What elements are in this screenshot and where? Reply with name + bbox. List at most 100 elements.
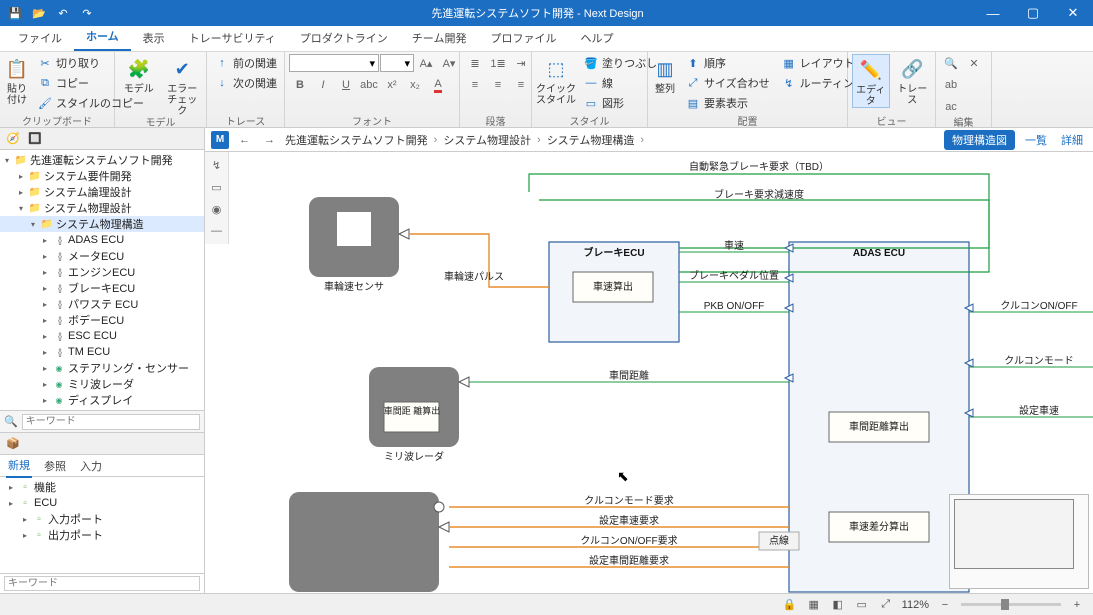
tree-item[interactable]: ▸ボデーECU (0, 312, 204, 328)
close-button[interactable]: ✕ (1053, 0, 1093, 26)
sizematch-button[interactable]: ⤢サイズ合わせ (682, 74, 774, 92)
tree-item[interactable]: ▸ディスプレイ (0, 392, 204, 408)
view-detail-link[interactable]: 詳細 (1057, 132, 1087, 148)
nav-back-icon[interactable]: ← (235, 134, 254, 146)
next-rel-button[interactable]: ↓次の関連 (211, 74, 281, 92)
breadcrumb-1[interactable]: システム物理設計 (443, 132, 531, 148)
tab-file[interactable]: ファイル (6, 25, 74, 51)
align-left-icon[interactable]: ≡ (464, 76, 486, 94)
order-button[interactable]: ⬆順序 (682, 54, 774, 72)
underline-icon[interactable]: U (335, 76, 357, 94)
tree-item[interactable]: ▸ミリ波レーダ (0, 376, 204, 392)
tab-help[interactable]: ヘルプ (568, 25, 625, 51)
align-button[interactable]: ▥ 整列 (652, 54, 678, 95)
font-shrink-icon[interactable]: A▾ (438, 54, 460, 72)
minimize-button[interactable]: — (973, 0, 1013, 26)
explorer-tab-1[interactable]: 🧭 (4, 131, 22, 147)
tree-item[interactable]: ▸ステアリング・センサー (0, 360, 204, 376)
palette-line-icon[interactable]: ― (208, 222, 226, 240)
status-snap-icon[interactable]: ◧ (830, 597, 846, 613)
status-lock-icon[interactable]: 🔒 (782, 597, 798, 613)
tab-view[interactable]: 表示 (131, 25, 177, 51)
font-grow-icon[interactable]: A▴ (415, 54, 437, 72)
zoom-in-icon[interactable]: + (1069, 597, 1085, 613)
tree-item[interactable]: ▸ブレーキECU (0, 280, 204, 296)
display-button[interactable]: ▤要素表示 (682, 94, 774, 112)
status-view-icon[interactable]: ▭ (854, 597, 870, 613)
bold-icon[interactable]: B (289, 76, 311, 94)
redo-icon[interactable]: ↷ (78, 4, 96, 22)
tree-search-input[interactable] (22, 414, 200, 430)
tab-teamdev[interactable]: チーム開発 (400, 25, 479, 51)
fontcolor-icon[interactable]: A (427, 76, 449, 94)
errorcheck-button[interactable]: ✔ エラーチェック (163, 54, 203, 117)
tree-item[interactable]: ▸エンジンECU (0, 264, 204, 280)
tree-root[interactable]: ▾📁先進運転システムソフト開発 (0, 152, 204, 168)
bullets-icon[interactable]: ≣ (464, 54, 486, 72)
prev-rel-button[interactable]: ↑前の関連 (211, 54, 281, 72)
align-center-icon[interactable]: ≡ (487, 76, 509, 94)
nav-fwd-icon[interactable]: → (260, 134, 279, 146)
model-button[interactable]: 🧩 モデル (119, 54, 159, 95)
save-icon[interactable]: 💾 (6, 4, 24, 22)
undo-icon[interactable]: ↶ (54, 4, 72, 22)
tab-productline[interactable]: プロダクトライン (288, 25, 400, 51)
explorer-tab-2[interactable]: 🔲 (26, 131, 44, 147)
tree-item[interactable]: ▸ADAS ECU (0, 232, 204, 248)
indent-icon[interactable]: ⇥ (510, 54, 532, 72)
align-right-icon[interactable]: ≡ (510, 76, 532, 94)
toolbox-item[interactable]: ▸▫入力ポート (2, 511, 202, 527)
editor-button[interactable]: ✏️ エディタ (852, 54, 890, 108)
toolbox-tab-input[interactable]: 入力 (78, 455, 104, 477)
status-grid-icon[interactable]: ▦ (806, 597, 822, 613)
tree-item[interactable]: ▸ESC ECU (0, 328, 204, 344)
model-tree[interactable]: ▾📁先進運転システムソフト開発▸📁システム要件開発▸📁システム論理設計▾📁システ… (0, 150, 204, 411)
super-icon[interactable]: x² (381, 76, 403, 94)
view-structure-button[interactable]: 物理構造図 (944, 130, 1015, 150)
tree-item[interactable]: ▸📁システム要件開発 (0, 168, 204, 184)
delete-icon[interactable]: ✕ (963, 54, 985, 72)
palette-arrow-icon[interactable]: ↯ (208, 156, 226, 174)
strike-icon[interactable]: abc (358, 76, 380, 94)
tab-home[interactable]: ホーム (74, 23, 131, 51)
palette-block-icon[interactable]: ▭ (208, 178, 226, 196)
tree-item[interactable]: ▸パワステ ECU (0, 296, 204, 312)
tree-item[interactable]: ▾📁システム物理構造 (0, 216, 204, 232)
toolbox-item[interactable]: ▸▫ECU (2, 495, 202, 511)
italic-icon[interactable]: I (312, 76, 334, 94)
font-family-select[interactable]: ▾ (289, 54, 379, 72)
maximize-button[interactable]: ▢ (1013, 0, 1053, 26)
quickstyle-button[interactable]: ⬚ クイック スタイル (536, 54, 576, 106)
minimap[interactable] (949, 494, 1089, 589)
toolbox-item[interactable]: ▸▫機能 (2, 479, 202, 495)
toolbox-filter-input[interactable] (4, 576, 200, 591)
find-icon[interactable]: 🔍 (940, 54, 962, 72)
tree-item[interactable]: ▾📁システム物理設計 (0, 200, 204, 216)
toolbox-icon[interactable]: 📦 (4, 436, 22, 452)
toolbox-tab-ref[interactable]: 参照 (42, 455, 68, 477)
replace-icon[interactable]: ab (940, 76, 962, 94)
view-list-link[interactable]: 一覧 (1021, 132, 1051, 148)
sub-icon[interactable]: x₂ (404, 76, 426, 94)
tree-item[interactable]: ▸メータECU (0, 248, 204, 264)
zoom-slider[interactable] (961, 603, 1061, 606)
toolbox-tab-new[interactable]: 新規 (6, 454, 32, 478)
zoom-out-icon[interactable]: − (937, 597, 953, 613)
breadcrumb-2[interactable]: システム物理構造 (547, 132, 635, 148)
toolbox-item[interactable]: ▸▫出力ポート (2, 527, 202, 543)
tree-item[interactable]: ▸TM ECU (0, 344, 204, 360)
paste-button[interactable]: 📋 貼り付け (4, 54, 30, 106)
open-icon[interactable]: 📂 (30, 4, 48, 22)
tab-profile[interactable]: プロファイル (478, 25, 568, 51)
font-size-select[interactable]: ▾ (380, 54, 414, 72)
palette-port-icon[interactable]: ◉ (208, 200, 226, 218)
trace-view-button[interactable]: 🔗 トレース (894, 54, 931, 106)
check-icon: ✔ (169, 56, 195, 82)
diagram-canvas[interactable]: ADAS ECU ブレーキECU 車速算出 車間距離算出 車速差分算出 車輪速セ… (229, 152, 1093, 593)
toolbox-list[interactable]: ▸▫機能▸▫ECU▸▫入力ポート▸▫出力ポート (0, 477, 204, 573)
numbering-icon[interactable]: 1≣ (487, 54, 509, 72)
breadcrumb-0[interactable]: 先進運転システムソフト開発 (285, 132, 428, 148)
tree-item[interactable]: ▸📁システム論理設計 (0, 184, 204, 200)
status-fit-icon[interactable]: ⤢ (878, 597, 894, 613)
tab-traceability[interactable]: トレーサビリティ (177, 25, 288, 51)
